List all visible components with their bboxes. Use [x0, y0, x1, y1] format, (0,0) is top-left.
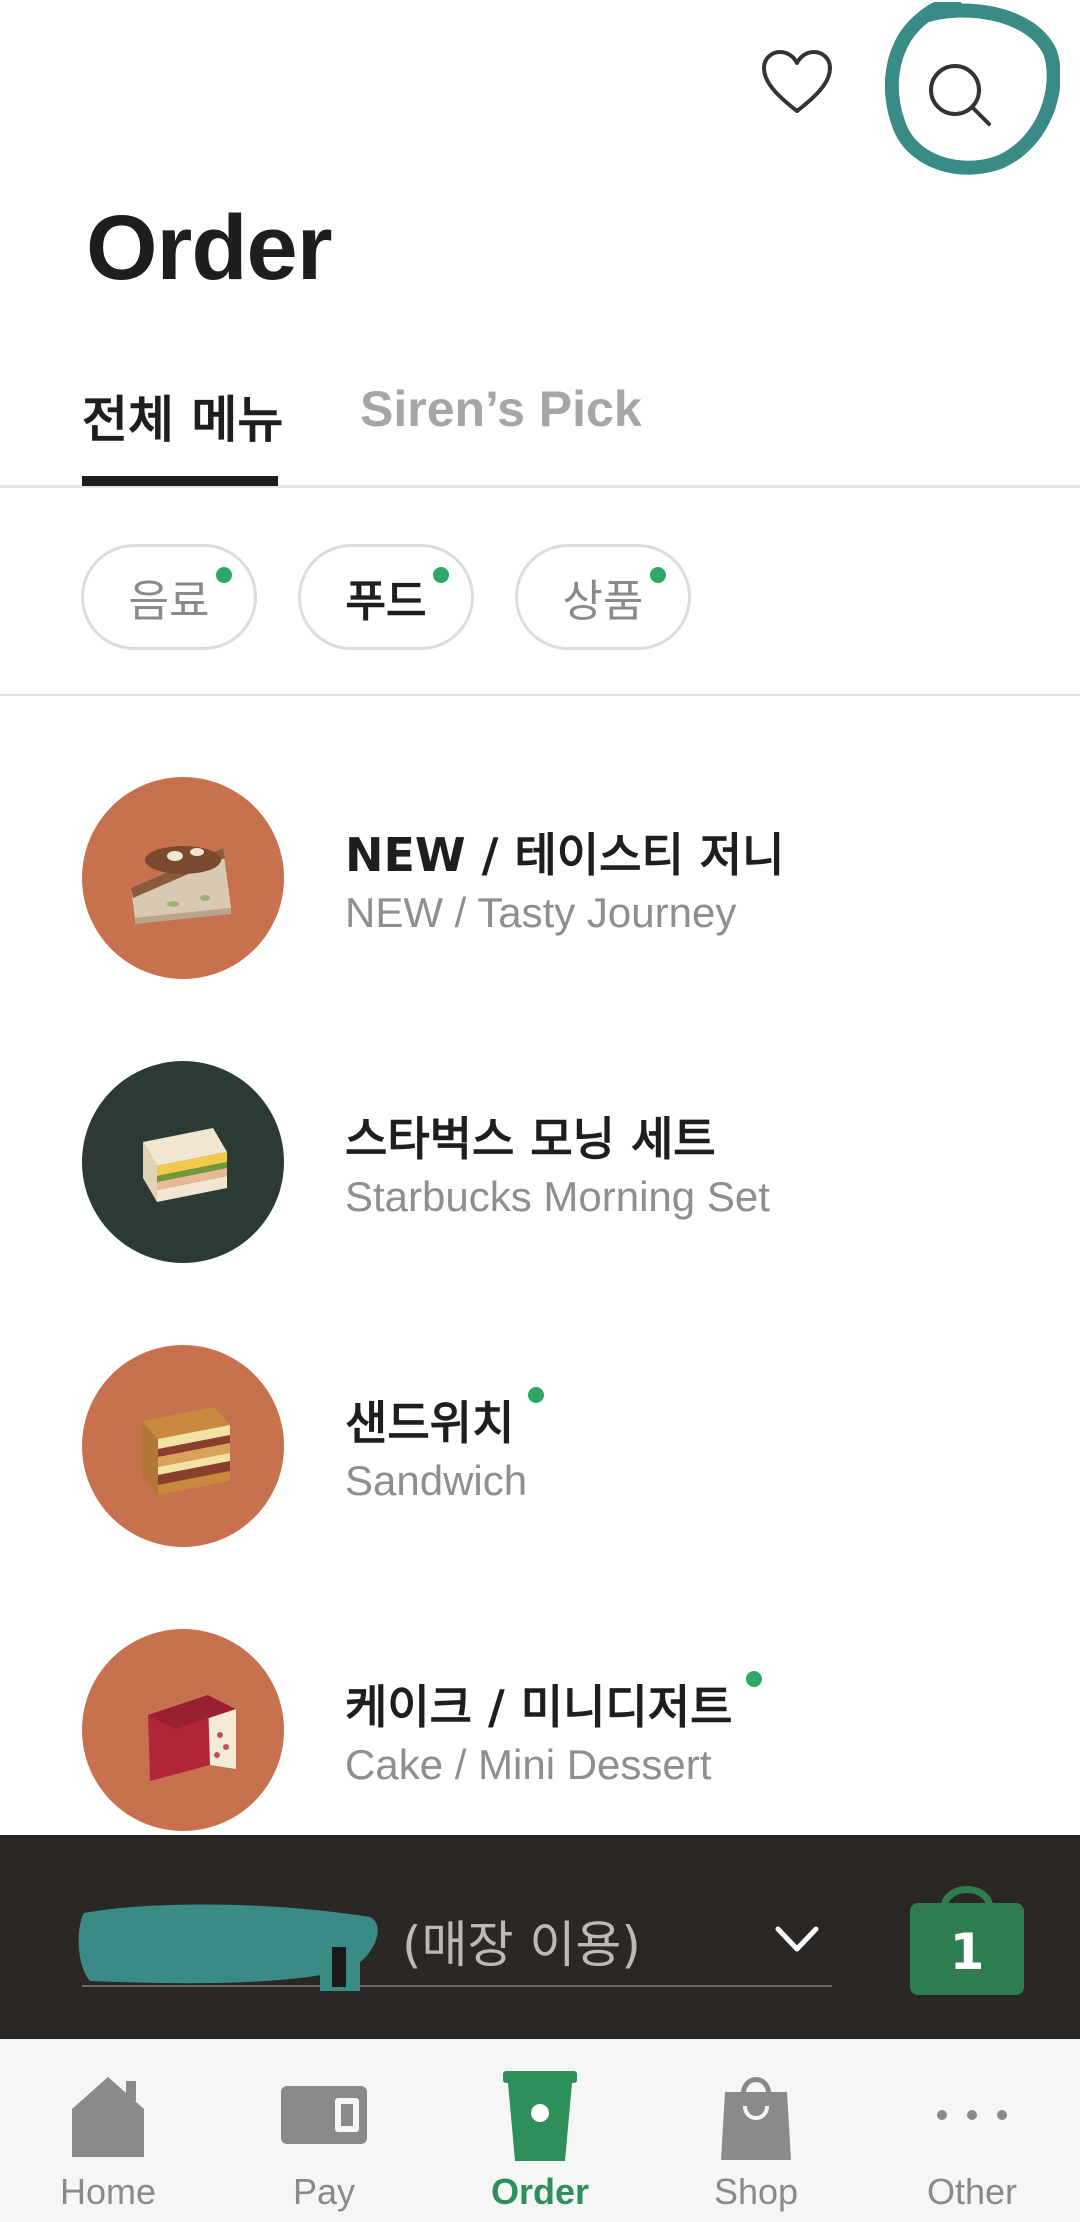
- chip-goods[interactable]: 상품: [515, 544, 691, 650]
- nav-home[interactable]: Home: [0, 2039, 216, 2222]
- menu-item-subtitle: Starbucks Morning Set: [345, 1173, 770, 1220]
- search-button[interactable]: [905, 40, 1015, 150]
- panini-image: [82, 1345, 284, 1547]
- heart-icon: [762, 50, 832, 113]
- menu-item-title: 샌드위치: [345, 1387, 545, 1453]
- menu-item-morning-set[interactable]: 스타벅스 모닝 세트 Starbucks Morning Set: [0, 1061, 1080, 1345]
- menu-item-title: NEW / 테이스티 저니: [345, 828, 785, 882]
- menu-item-subtitle: Sandwich: [345, 1457, 528, 1504]
- chip-drinks[interactable]: 음료: [81, 544, 257, 650]
- nav-pay[interactable]: Pay: [216, 2039, 432, 2222]
- cart-count: 1: [949, 1923, 985, 1981]
- nav-label: Other: [926, 2171, 1018, 2212]
- cake-slice-image: [82, 777, 284, 979]
- store-bar: (매장 이용) 1: [0, 1835, 1080, 2039]
- favorites-button[interactable]: [757, 42, 837, 122]
- nav-order[interactable]: Order: [432, 2039, 648, 2222]
- menu-item-sandwich[interactable]: 샌드위치 Sandwich: [0, 1345, 1080, 1629]
- menu-item-title: 케이크 / 미니디저트: [345, 1671, 763, 1737]
- cart-button[interactable]: 1: [910, 1875, 1024, 1995]
- wallet-icon: [274, 2069, 374, 2161]
- page-title: Order: [86, 197, 333, 299]
- bottom-navigation: Home Pay Order Shop Other: [0, 2039, 1080, 2222]
- menu-item-title: 스타벅스 모닝 세트: [345, 1112, 716, 1166]
- new-dot: [528, 1387, 545, 1403]
- new-dot: [433, 567, 449, 583]
- active-tab-indicator: [82, 476, 278, 486]
- new-dot: [650, 567, 666, 583]
- more-icon: [922, 2069, 1022, 2161]
- nav-label: Order: [490, 2171, 590, 2212]
- store-selector[interactable]: (매장 이용): [78, 1895, 832, 1991]
- category-chips: 음료 푸드 상품: [0, 488, 1080, 696]
- home-icon: [58, 2069, 158, 2161]
- menu-item-subtitle: Cake / Mini Dessert: [345, 1741, 712, 1788]
- nav-label: Home: [59, 2171, 157, 2212]
- chevron-down-icon[interactable]: [762, 1909, 832, 1969]
- sandwich-image: [82, 1061, 284, 1263]
- search-icon: [929, 64, 991, 126]
- tab-sirens-pick[interactable]: Siren’s Pick: [360, 380, 642, 438]
- red-velvet-cake-image: [82, 1629, 284, 1831]
- chip-food[interactable]: 푸드: [298, 544, 474, 650]
- redaction-mark: [78, 1904, 378, 1991]
- menu-item-tasty-journey[interactable]: NEW / 테이스티 저니 NEW / Tasty Journey: [0, 777, 1080, 1061]
- store-name: (매장 이용): [402, 1916, 641, 1974]
- menu-tabs: 전체 메뉴 Siren’s Pick: [0, 360, 1080, 488]
- chip-label: 음료: [128, 576, 210, 627]
- nav-label: Pay: [292, 2171, 356, 2212]
- new-dot: [216, 567, 232, 583]
- tab-all-menu[interactable]: 전체 메뉴: [82, 380, 283, 452]
- chip-label: 푸드: [345, 576, 427, 627]
- chip-label: 상품: [562, 576, 644, 627]
- nav-label: Shop: [713, 2171, 799, 2212]
- cup-icon: [490, 2069, 590, 2161]
- menu-item-subtitle: NEW / Tasty Journey: [345, 889, 737, 936]
- nav-other[interactable]: Other: [864, 2039, 1080, 2222]
- nav-shop[interactable]: Shop: [648, 2039, 864, 2222]
- shopping-bag-icon: [706, 2069, 806, 2161]
- new-dot: [746, 1671, 763, 1687]
